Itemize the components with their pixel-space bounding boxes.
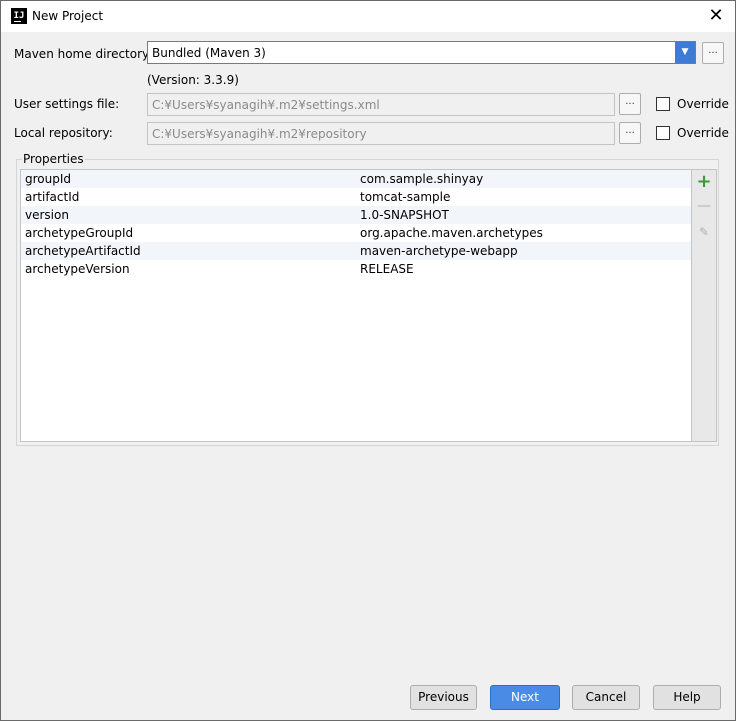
- maven-version-text: (Version: 3.3.9): [147, 73, 239, 87]
- intellij-icon: IJ: [11, 8, 27, 24]
- property-key: artifactId: [25, 190, 80, 204]
- table-row[interactable]: archetypeGroupId org.apache.maven.archet…: [21, 224, 691, 242]
- maven-home-browse-button[interactable]: ...: [702, 42, 724, 64]
- title-bar: IJ New Project ✕: [1, 1, 735, 32]
- property-value: org.apache.maven.archetypes: [360, 226, 543, 240]
- maven-home-value: Bundled (Maven 3): [152, 46, 266, 60]
- table-row[interactable]: archetypeVersion RELEASE: [21, 260, 691, 278]
- local-repo-override-checkbox[interactable]: [656, 126, 670, 140]
- property-value: tomcat-sample: [360, 190, 451, 204]
- user-settings-override-checkbox[interactable]: [656, 97, 670, 111]
- plus-icon[interactable]: +: [696, 173, 712, 191]
- help-button[interactable]: Help: [653, 685, 721, 710]
- local-repo-browse-button[interactable]: ...: [619, 122, 641, 144]
- previous-button[interactable]: Previous: [410, 685, 477, 710]
- properties-toolbar: + — ✎: [692, 169, 717, 442]
- table-row[interactable]: version 1.0-SNAPSHOT: [21, 206, 691, 224]
- local-repo-value: C:¥Users¥syanagih¥.m2¥repository: [152, 127, 367, 141]
- properties-legend: Properties: [22, 152, 85, 166]
- minus-icon[interactable]: —: [696, 198, 712, 214]
- property-value: maven-archetype-webapp: [360, 244, 518, 258]
- window-title: New Project: [32, 9, 104, 23]
- table-row[interactable]: archetypeArtifactId maven-archetype-weba…: [21, 242, 691, 260]
- property-key: archetypeVersion: [25, 262, 130, 276]
- property-value: RELEASE: [360, 262, 414, 276]
- table-row[interactable]: artifactId tomcat-sample: [21, 188, 691, 206]
- next-button[interactable]: Next: [490, 685, 560, 710]
- close-icon[interactable]: ✕: [705, 5, 727, 27]
- property-key: archetypeArtifactId: [25, 244, 141, 258]
- user-settings-override-label: Override: [677, 97, 729, 111]
- properties-table[interactable]: groupId com.sample.shinyay artifactId to…: [20, 169, 692, 442]
- property-value: com.sample.shinyay: [360, 172, 484, 186]
- user-settings-field[interactable]: C:¥Users¥syanagih¥.m2¥settings.xml: [147, 93, 615, 116]
- user-settings-value: C:¥Users¥syanagih¥.m2¥settings.xml: [152, 98, 380, 112]
- new-project-dialog: IJ New Project ✕ Maven home directory: B…: [0, 0, 736, 721]
- property-key: version: [25, 208, 69, 222]
- local-repo-override-label: Override: [677, 126, 729, 140]
- maven-home-label: Maven home directory:: [14, 47, 153, 61]
- table-row[interactable]: groupId com.sample.shinyay: [21, 170, 691, 188]
- local-repo-field[interactable]: C:¥Users¥syanagih¥.m2¥repository: [147, 122, 615, 145]
- maven-home-select[interactable]: Bundled (Maven 3) ▼: [147, 41, 696, 64]
- property-value: 1.0-SNAPSHOT: [360, 208, 449, 222]
- pencil-icon[interactable]: ✎: [696, 224, 712, 240]
- cancel-button[interactable]: Cancel: [572, 685, 640, 710]
- local-repo-label: Local repository:: [14, 126, 113, 140]
- property-key: archetypeGroupId: [25, 226, 134, 240]
- chevron-down-icon[interactable]: ▼: [675, 42, 695, 63]
- user-settings-browse-button[interactable]: ...: [619, 93, 641, 115]
- property-key: groupId: [25, 172, 72, 186]
- user-settings-label: User settings file:: [14, 97, 120, 111]
